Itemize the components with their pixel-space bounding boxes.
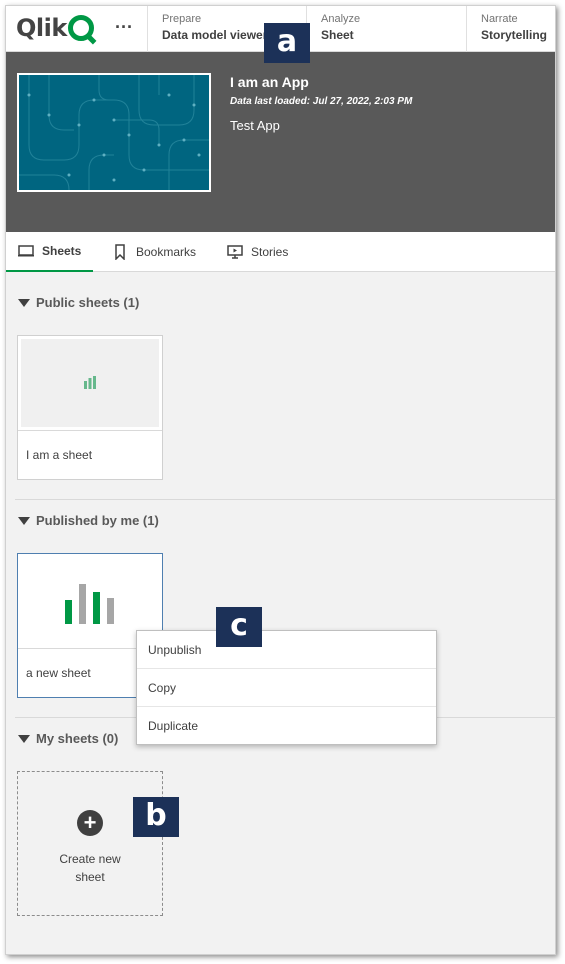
qlik-logo[interactable]: Qlik [16,14,94,42]
section-divider [15,499,555,500]
app-thumbnail [17,73,211,192]
mini-bar-chart-icon [84,376,96,389]
tab-sheets-label: Sheets [42,244,82,258]
sheet-icon [18,245,34,257]
card-divider [18,430,162,431]
nav-prepare-value: Data model viewer [162,28,268,42]
plus-circle-icon: + [77,810,103,836]
nav-divider [466,6,467,52]
sheet-context-menu: Unpublish Copy Duplicate [136,630,437,745]
story-icon [227,245,243,259]
sheet-title: I am a sheet [26,448,93,462]
menu-item-copy[interactable]: Copy [137,669,436,707]
nav-prepare-label: Prepare [162,13,202,25]
create-new-sheet-button[interactable]: + Create new sheet [17,771,163,916]
sheet-title: a new sheet [26,666,91,680]
app-description: Test App [230,118,280,133]
section-public-sheets-title: Public sheets (1) [36,295,140,310]
data-last-loaded: Data last loaded: Jul 27, 2022, 2:03 PM [230,96,413,107]
nav-narrate[interactable]: Narrate Storytelling [481,13,547,44]
app-title: I am an App [230,74,309,90]
callout-b: b [133,797,179,837]
callout-a: a [264,23,310,63]
circuit-pattern-image [19,75,209,190]
bookmark-icon [115,244,125,260]
section-my-sheets-title: My sheets (0) [36,731,119,746]
tab-stories[interactable]: Stories [227,232,288,272]
collapse-triangle-icon [18,298,30,307]
nav-analyze[interactable]: Analyze Sheet [321,13,360,44]
section-my-sheets-header[interactable]: My sheets (0) [18,731,118,746]
nav-divider [147,6,148,52]
tab-stories-label: Stories [251,245,289,259]
logo-text: Qlik [16,14,67,42]
nav-analyze-label: Analyze [321,13,361,25]
section-published-title: Published by me (1) [36,513,159,528]
nav-narrate-value: Storytelling [481,28,548,42]
section-published-header[interactable]: Published by me (1) [18,513,159,528]
create-new-sheet-label: Create new sheet [59,852,121,884]
menu-item-duplicate[interactable]: Duplicate [137,707,436,745]
more-options-button[interactable]: ··· [112,16,136,40]
logo-q-icon [67,15,94,41]
collapse-triangle-icon [18,734,30,743]
tab-bookmarks[interactable]: Bookmarks [112,232,196,272]
nav-narrate-label: Narrate [481,13,518,25]
menu-item-unpublish[interactable]: Unpublish [137,631,436,669]
app-header: I am an App Data last loaded: Jul 27, 20… [6,52,555,232]
nav-prepare[interactable]: Prepare Data model viewer [162,13,267,44]
app-overview-window: Qlik ··· Prepare Data model viewer Analy… [5,5,556,955]
tab-sheets[interactable]: Sheets [6,232,94,272]
sheet-card[interactable]: I am a sheet [17,335,163,480]
tab-bookmarks-label: Bookmarks [136,245,197,259]
nav-analyze-value: Sheet [321,28,354,42]
content-tabs: Sheets Bookmarks Stories [6,232,555,272]
collapse-triangle-icon [18,516,30,525]
section-public-sheets-header[interactable]: Public sheets (1) [18,295,139,310]
sheet-preview [21,339,159,427]
callout-c: c [216,607,262,647]
